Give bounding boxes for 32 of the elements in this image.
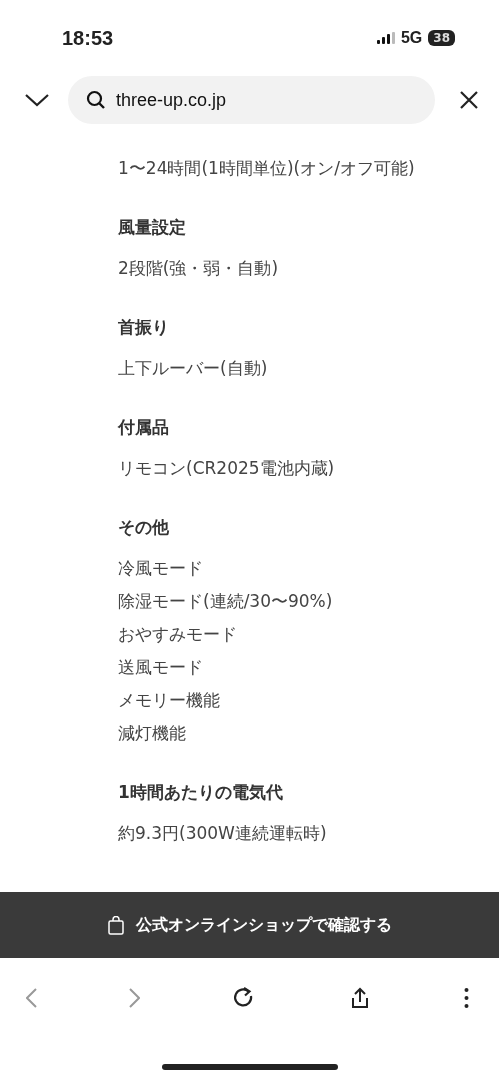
spec-heading: その他: [118, 516, 170, 539]
spec-value: おやすみモード: [118, 623, 238, 646]
spec-heading: 付属品: [118, 416, 170, 439]
url-text: three-up.co.jp: [116, 89, 227, 111]
spec-heading: 風量設定: [118, 216, 187, 239]
shop-link[interactable]: 公式オンラインショップで確認する: [135, 914, 392, 936]
spec-value: 減灯機能: [118, 722, 187, 745]
more-button[interactable]: [464, 987, 469, 1009]
spec-value: 1〜24時間(1時間単位)(オン/オフ可能): [118, 157, 416, 180]
status-time: 18:53: [62, 26, 114, 50]
chevron-down-icon: [24, 92, 50, 108]
spec-value: 送風モード: [118, 656, 204, 679]
spec-value: 上下ルーバー(自動): [118, 357, 269, 380]
shop-banner[interactable]: 公式オンラインショップで確認する: [0, 892, 499, 958]
signal-icon: [376, 32, 395, 44]
more-icon: [464, 987, 469, 1009]
spec-value: 約9.3円(300W連続運転時): [118, 822, 328, 845]
spec-heading: 1時間あたりの電気代: [118, 781, 284, 804]
chevron-right-icon: [129, 988, 140, 1008]
address-field[interactable]: three-up.co.jp: [68, 76, 435, 124]
spec-value: 除湿モード(連続/30〜90%): [118, 590, 334, 613]
chevron-left-icon: [26, 988, 37, 1008]
spec-value: 冷風モード: [118, 557, 204, 580]
spec-value: 2段階(強・弱・自動): [118, 257, 280, 280]
close-icon: [459, 90, 479, 110]
spec-value: メモリー機能: [118, 689, 221, 712]
network-label: 5G: [400, 29, 423, 47]
battery-indicator: 38: [428, 30, 455, 46]
shopping-bag-icon: [107, 915, 124, 935]
spec-value: リモコン(CR2025電池内蔵): [118, 457, 336, 480]
spec-heading: 首振り: [118, 316, 170, 339]
search-icon: [86, 90, 106, 110]
